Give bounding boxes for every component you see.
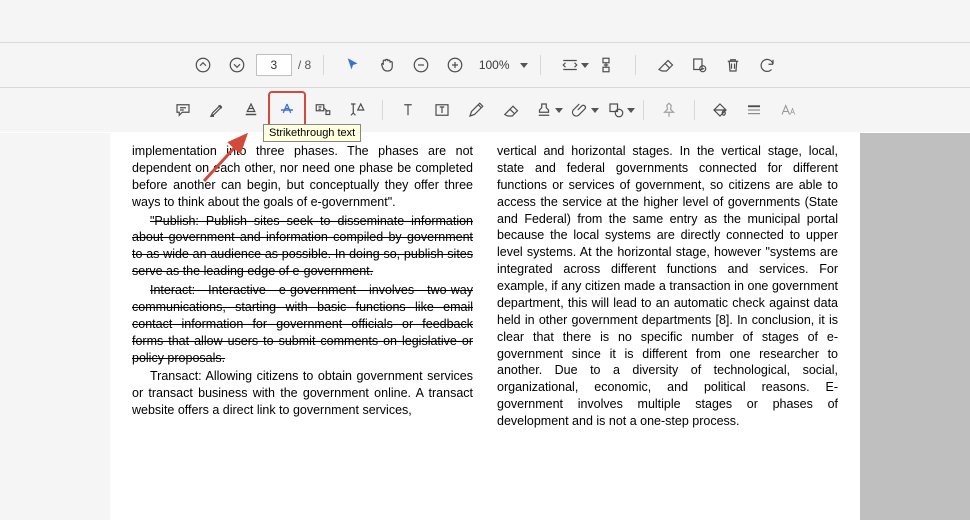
document-page[interactable]: implementation into three phases. The ph… [110, 133, 860, 520]
zoom-dropdown-icon[interactable] [520, 63, 528, 68]
page-total-label: / 8 [294, 58, 311, 72]
font-button[interactable] [771, 93, 805, 127]
zoom-in-button[interactable] [438, 48, 472, 82]
paragraph-strikethrough: Interact: Interactive e-government invol… [132, 282, 473, 366]
primary-toolbar: 3 / 8 100% [0, 43, 970, 87]
stamp-button[interactable] [527, 93, 561, 127]
hand-tool[interactable] [370, 48, 404, 82]
paragraph-strikethrough: "Publish: Publish sites seek to dissemin… [132, 213, 473, 281]
shape-button[interactable] [599, 93, 633, 127]
highlight-button[interactable] [200, 93, 234, 127]
redo-button[interactable] [750, 48, 784, 82]
fill-color-button[interactable] [703, 93, 737, 127]
textbox-button[interactable] [425, 93, 459, 127]
paragraph: implementation into three phases. The ph… [132, 143, 473, 211]
page-down-button[interactable] [220, 48, 254, 82]
zoom-out-button[interactable] [404, 48, 438, 82]
page-number-input[interactable]: 3 [256, 54, 292, 76]
pin-button[interactable] [652, 93, 686, 127]
pencil-button[interactable] [459, 93, 493, 127]
attach-button[interactable] [563, 93, 597, 127]
right-gutter [860, 133, 970, 520]
text-callout-button[interactable] [306, 93, 340, 127]
zoom-level[interactable]: 100% [472, 58, 516, 72]
text-column-2: vertical and horizontal stages. In the v… [497, 143, 838, 520]
text-correction-button[interactable] [340, 93, 374, 127]
delete-page-button[interactable] [682, 48, 716, 82]
fit-width-button[interactable] [553, 48, 587, 82]
pointer-tool[interactable] [336, 48, 370, 82]
line-style-button[interactable] [737, 93, 771, 127]
underline-button[interactable] [234, 93, 268, 127]
eraser2-button[interactable] [493, 93, 527, 127]
page-up-button[interactable] [186, 48, 220, 82]
text-column-1: implementation into three phases. The ph… [132, 143, 473, 520]
paragraph: vertical and horizontal stages. In the v… [497, 143, 838, 430]
document-viewport: implementation into three phases. The ph… [0, 133, 970, 520]
typewriter-button[interactable] [391, 93, 425, 127]
left-gutter [0, 133, 110, 520]
comment-button[interactable] [166, 93, 200, 127]
scroll-mode-button[interactable] [589, 48, 623, 82]
annotation-toolbar: Strikethrough text [0, 87, 970, 133]
paragraph: Transact: Allowing citizens to obtain go… [132, 368, 473, 419]
eraser-button[interactable] [648, 48, 682, 82]
strikethrough-tooltip: Strikethrough text [263, 124, 361, 142]
trash-button[interactable] [716, 48, 750, 82]
